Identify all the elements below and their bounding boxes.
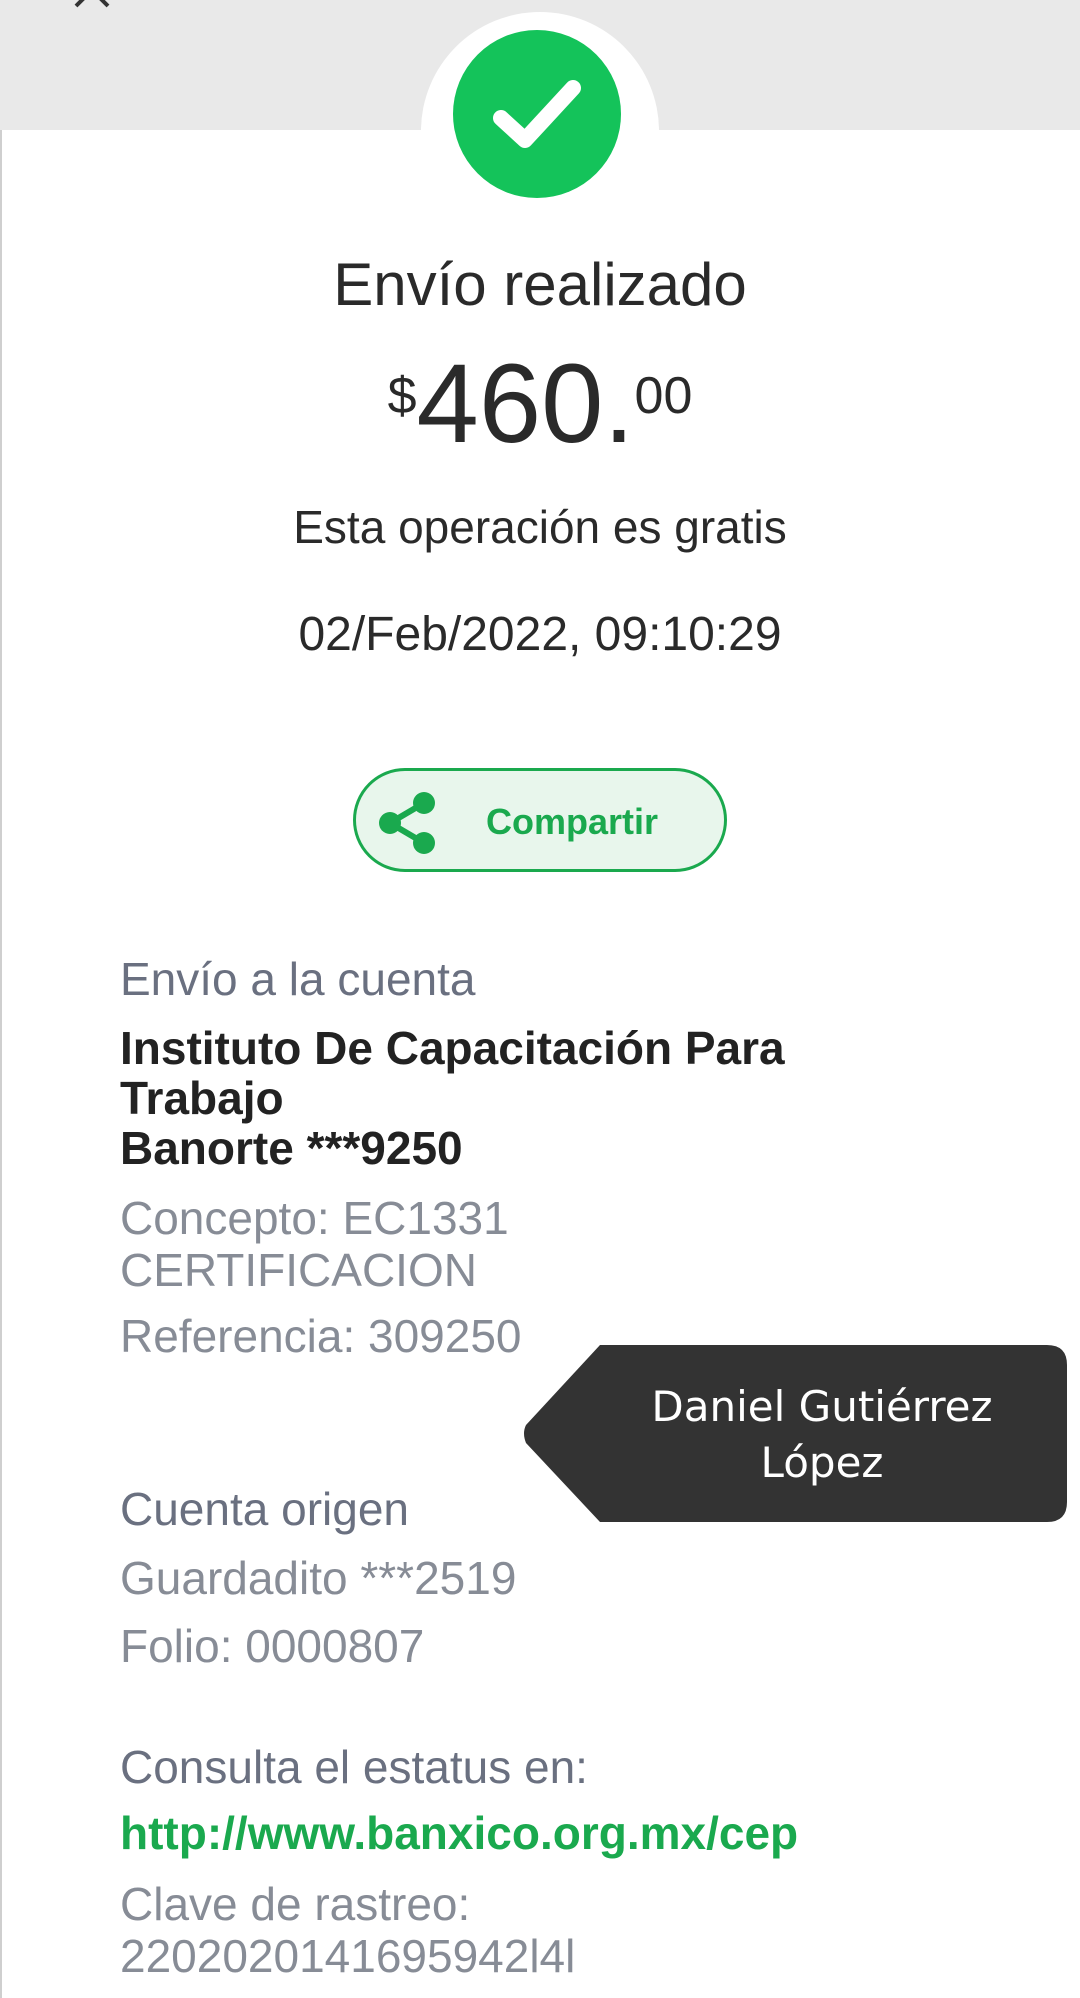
tracking-code: 2202020141695942l4l	[120, 1930, 576, 1982]
concept-line1: Concepto: EC1331	[120, 1192, 509, 1244]
destination-section-label: Envío a la cuenta	[120, 953, 476, 1005]
close-icon[interactable]	[72, 0, 112, 10]
share-icon	[374, 789, 442, 862]
reference: Referencia: 309250	[120, 1310, 522, 1362]
transaction-datetime: 02/Feb/2022, 09:10:29	[298, 608, 782, 661]
amount-integer: 460.	[416, 341, 635, 466]
concept-line2: CERTIFICACION	[120, 1244, 477, 1296]
folio: Folio: 0000807	[120, 1620, 425, 1672]
amount-currency: $	[387, 367, 417, 425]
fee-note: Esta operación es gratis	[293, 501, 787, 553]
status-check-label: Consulta el estatus en:	[120, 1741, 588, 1793]
name-tooltip: Daniel Gutiérrez López	[522, 1345, 1067, 1522]
origin-section-label: Cuenta origen	[120, 1483, 409, 1535]
success-badge	[453, 30, 621, 198]
tracking-label: Clave de rastreo:	[120, 1878, 471, 1930]
share-button[interactable]: Compartir	[353, 768, 727, 872]
destination-bank-account: Banorte ***9250	[120, 1122, 463, 1174]
amount-decimals: 00	[634, 367, 693, 425]
destination-name-line1: Instituto De Capacitación Para	[120, 1022, 785, 1074]
destination-name-line2: Trabajo	[120, 1072, 284, 1124]
tooltip-line1: Daniel Gutiérrez	[651, 1382, 993, 1431]
page-title: Envío realizado	[333, 251, 747, 318]
tooltip-text: Daniel Gutiérrez López	[602, 1379, 1042, 1491]
banxico-link[interactable]: http://www.banxico.org.mx/cep	[120, 1806, 798, 1860]
checkmark-icon	[493, 80, 581, 148]
amount: $460.00	[0, 348, 1080, 460]
origin-account: Guardadito ***2519	[120, 1552, 517, 1604]
tooltip-line2: López	[760, 1438, 884, 1487]
share-button-label: Compartir	[486, 801, 659, 842]
